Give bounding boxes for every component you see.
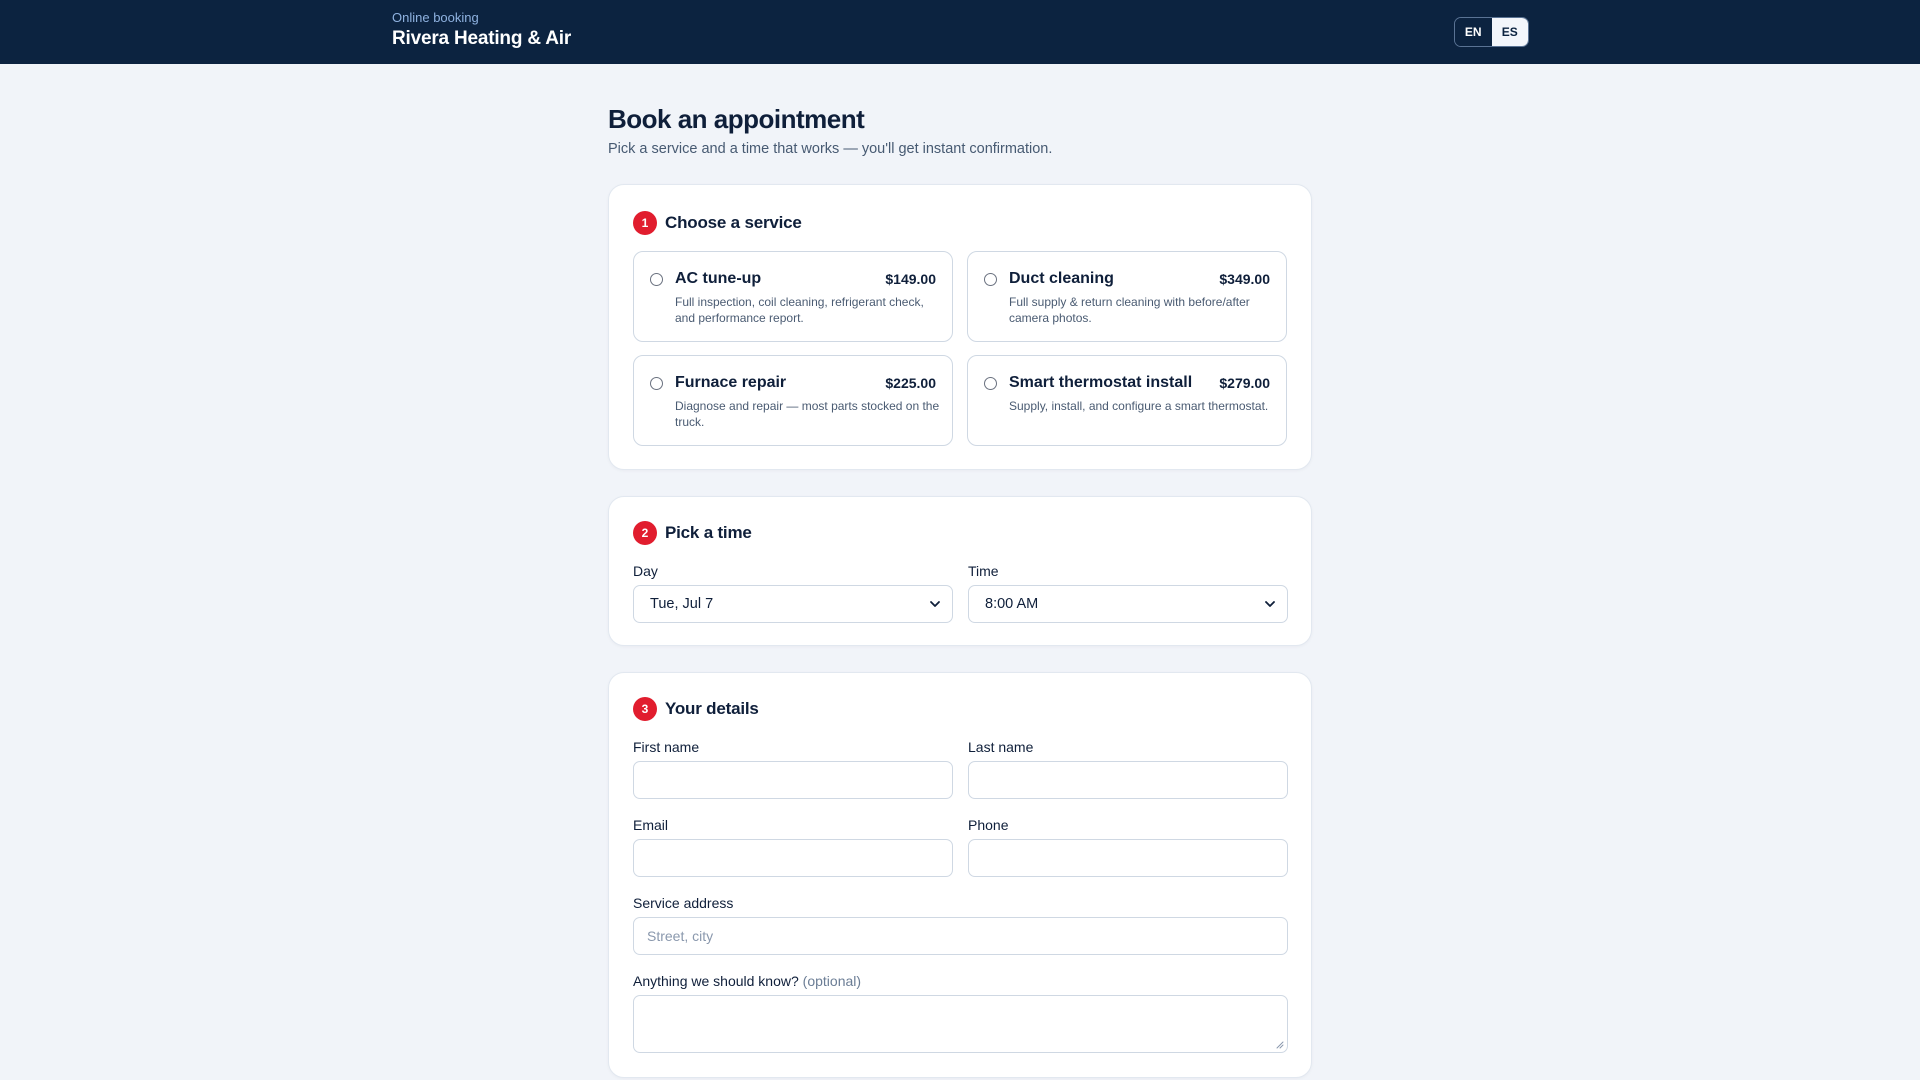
service-description: Supply, install, and configure a smart t… [1009, 399, 1269, 413]
first-name-label: First name [633, 739, 700, 755]
email-label: Email [633, 817, 669, 833]
language-en-button[interactable]: EN [1455, 18, 1492, 46]
service-radio[interactable] [650, 273, 663, 286]
time-card: 2 Pick a time Day Tue, Jul 7 Time 8:00 A… [608, 496, 1312, 646]
step-badge: 1 [633, 211, 657, 235]
notes-textarea[interactable] [633, 995, 1288, 1053]
service-option-ac-tune-up[interactable]: AC tune-up $149.00 Full inspection, coil… [633, 251, 953, 342]
day-label: Day [633, 563, 658, 579]
day-select-value: Tue, Jul 7 [650, 596, 714, 612]
service-description: Diagnose and repair — most parts stocked… [675, 399, 940, 429]
time-select-value: 8:00 AM [985, 596, 1039, 612]
language-switcher: EN ES [1454, 17, 1529, 47]
details-card-header: 3 Your details [633, 697, 759, 721]
service-description: Full inspection, coil cleaning, refriger… [675, 295, 924, 325]
first-name-input[interactable] [633, 761, 953, 799]
service-option-duct-cleaning[interactable]: Duct cleaning $349.00 Full supply & retu… [967, 251, 1287, 342]
brand-subtitle: Online booking [392, 10, 479, 25]
time-card-header: 2 Pick a time [633, 521, 752, 545]
address-input[interactable] [633, 917, 1288, 955]
page-subtitle: Pick a service and a time that works — y… [608, 141, 1053, 157]
service-price: $279.00 [1219, 375, 1270, 391]
service-description: Full supply & return cleaning with befor… [1009, 295, 1250, 325]
phone-input[interactable] [968, 839, 1288, 877]
notes-label-text: Anything we should know? [633, 973, 799, 989]
service-price: $225.00 [885, 375, 936, 391]
service-radio[interactable] [984, 273, 997, 286]
brand-title: Rivera Heating & Air [392, 28, 572, 49]
time-select[interactable]: 8:00 AM [968, 585, 1288, 623]
details-card-title: Your details [665, 699, 759, 718]
notes-optional-hint: (optional) [802, 973, 862, 989]
resize-grip-icon[interactable] [1276, 1041, 1284, 1049]
service-card-header: 1 Choose a service [633, 211, 802, 235]
step-badge: 3 [633, 697, 657, 721]
email-input[interactable] [633, 839, 953, 877]
brand: Online booking Rivera Heating & Air [392, 10, 571, 52]
day-select[interactable]: Tue, Jul 7 [633, 585, 953, 623]
chevron-down-icon [930, 601, 940, 607]
service-price: $349.00 [1219, 271, 1270, 287]
service-radio[interactable] [650, 377, 663, 390]
time-label: Time [968, 563, 999, 579]
service-radio[interactable] [984, 377, 997, 390]
service-name: Furnace repair [675, 374, 787, 391]
phone-label: Phone [968, 817, 1009, 833]
page-title: Book an appointment [608, 104, 865, 134]
service-option-smart-thermostat[interactable]: Smart thermostat install $279.00 Supply,… [967, 355, 1287, 446]
details-card: 3 Your details First name Last name Emai… [608, 672, 1312, 1078]
service-name: Smart thermostat install [1009, 374, 1193, 391]
service-option-furnace-repair[interactable]: Furnace repair $225.00 Diagnose and repa… [633, 355, 953, 446]
step-badge: 2 [633, 521, 657, 545]
chevron-down-icon [1265, 601, 1275, 607]
service-price: $149.00 [885, 271, 936, 287]
service-card: 1 Choose a service AC tune-up $149.00 Fu… [608, 184, 1312, 470]
last-name-input[interactable] [968, 761, 1288, 799]
last-name-label: Last name [968, 739, 1034, 755]
service-name: AC tune-up [675, 270, 762, 287]
address-label: Service address [633, 895, 734, 911]
top-bar: Online booking Rivera Heating & Air EN E… [0, 0, 1920, 64]
notes-label: Anything we should know? (optional) [633, 973, 861, 989]
service-card-title: Choose a service [665, 213, 802, 232]
language-es-button[interactable]: ES [1491, 18, 1528, 46]
service-name: Duct cleaning [1009, 270, 1114, 287]
time-card-title: Pick a time [665, 523, 752, 542]
